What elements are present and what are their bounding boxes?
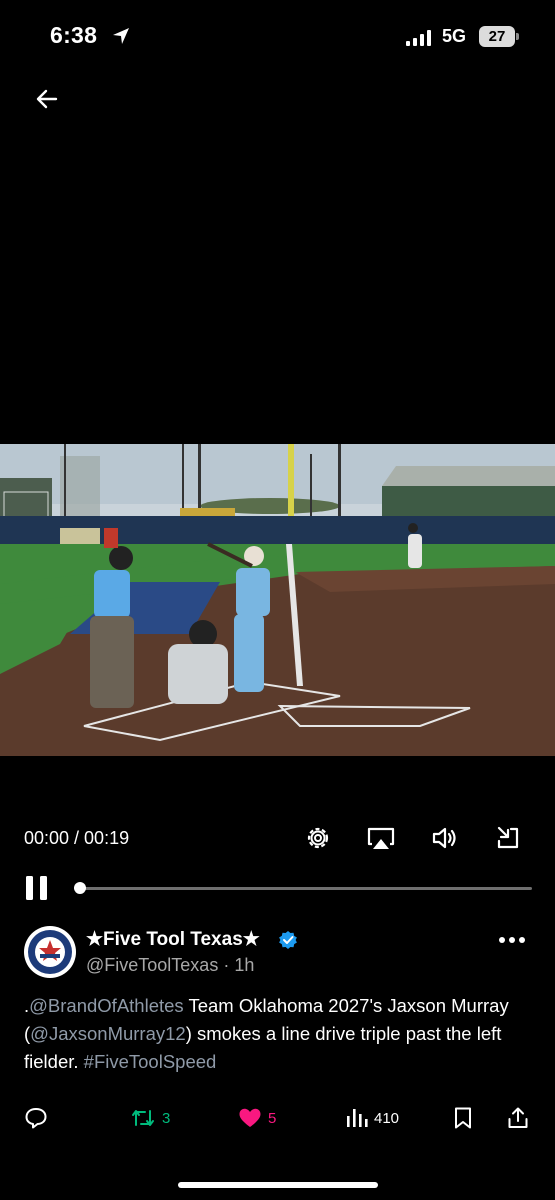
battery-level: 27 <box>488 28 506 45</box>
back-arrow-icon[interactable] <box>32 84 62 114</box>
location-arrow-icon <box>113 28 129 44</box>
volume-icon[interactable] <box>430 824 458 852</box>
video-frame[interactable] <box>0 444 555 756</box>
reply-icon <box>25 1108 47 1129</box>
video-progress <box>0 868 555 908</box>
separator-dot: · <box>218 955 235 975</box>
handle-line: @FiveToolTexas · 1h <box>86 955 254 976</box>
mention-link[interactable]: @JaxsonMurray12 <box>30 1023 186 1044</box>
share-button[interactable] <box>506 1104 530 1132</box>
like-button[interactable]: 5 <box>238 1104 276 1132</box>
retweet-count: 3 <box>162 1109 171 1127</box>
progress-track[interactable] <box>80 887 532 890</box>
status-bar: 6:38 5G 27 <box>0 0 555 70</box>
author-name[interactable]: ★Five Tool Texas★ <box>86 928 260 951</box>
cellular-signal-icon <box>406 30 431 46</box>
mention-link[interactable]: @BrandOfAthletes <box>29 995 184 1016</box>
views-bar-chart-icon <box>347 1109 368 1127</box>
bookmark-icon <box>455 1107 471 1129</box>
network-type: 5G <box>442 26 467 46</box>
settings-icon[interactable] <box>304 824 332 852</box>
heart-icon <box>239 1108 261 1127</box>
verified-badge-icon <box>279 931 297 949</box>
avatar[interactable] <box>24 926 76 978</box>
airplay-icon[interactable] <box>366 824 396 852</box>
video-timecode: 00:00 / 00:19 <box>24 828 130 848</box>
author-handle[interactable]: @FiveToolTexas <box>86 955 218 975</box>
progress-scrubber[interactable] <box>74 882 86 894</box>
tweet-text: .@BrandOfAthletes Team Oklahoma 2027's J… <box>24 992 534 1076</box>
retweet-button[interactable]: 3 <box>130 1104 170 1132</box>
views-count: 410 <box>374 1109 400 1127</box>
video-controls: 00:00 / 00:19 <box>0 816 555 860</box>
share-icon <box>508 1107 528 1128</box>
reply-button[interactable] <box>24 1104 48 1132</box>
exit-fullscreen-icon[interactable] <box>494 824 522 852</box>
hashtag-link[interactable]: #FiveToolSpeed <box>84 1051 217 1072</box>
home-indicator[interactable] <box>178 1182 378 1188</box>
more-options-icon[interactable] <box>497 930 527 950</box>
clock: 6:38 <box>50 22 98 48</box>
like-count: 5 <box>268 1109 277 1127</box>
pause-icon[interactable] <box>24 874 50 902</box>
retweet-icon <box>132 1110 154 1126</box>
bookmark-button[interactable] <box>452 1104 474 1132</box>
five-tool-texas-logo <box>25 927 75 977</box>
battery-icon: 27 <box>479 26 519 47</box>
tweet-actions: 3 5 410 <box>0 1100 555 1136</box>
views-button[interactable]: 410 <box>346 1104 399 1132</box>
post-time: 1h <box>234 955 255 975</box>
